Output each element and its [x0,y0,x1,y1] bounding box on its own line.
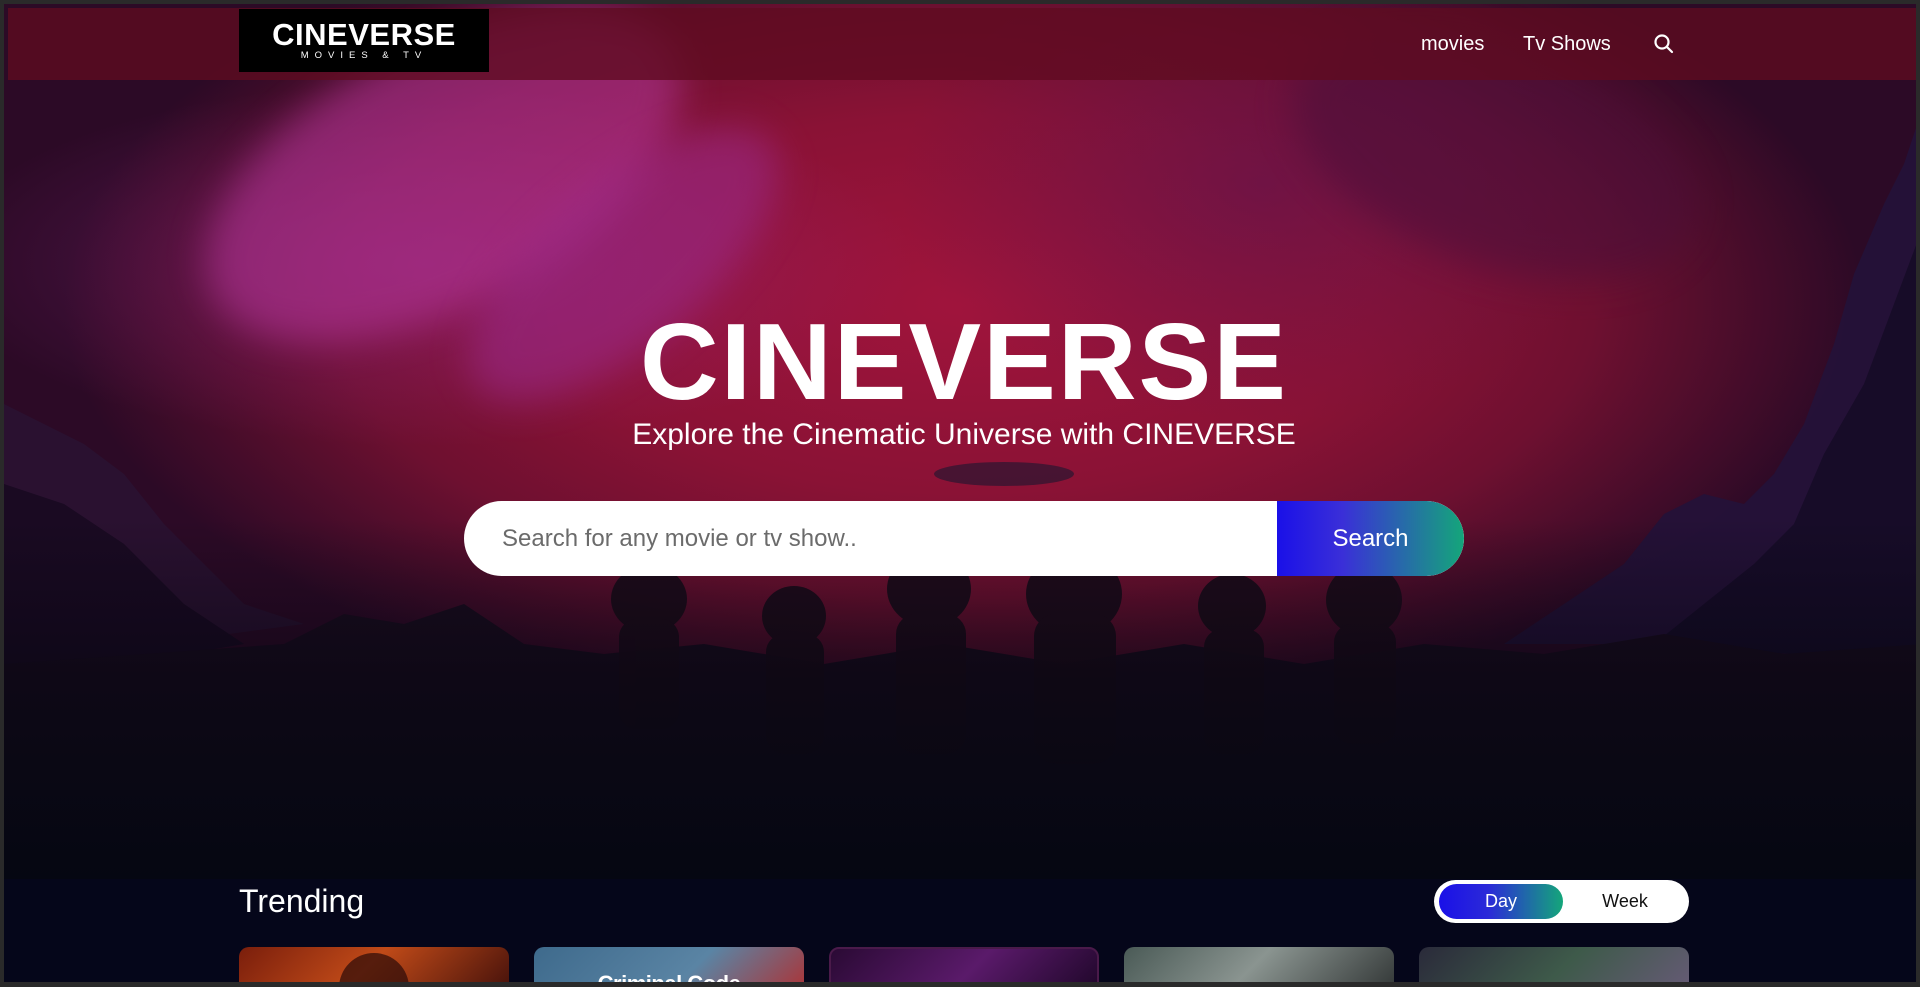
search-input[interactable] [464,501,1277,576]
hero-subtitle: Explore the Cinematic Universe with CINE… [632,418,1296,451]
toggle-week[interactable]: Week [1565,884,1685,919]
trending-card[interactable]: Criminal Code [534,947,804,987]
browser-frame: CINEVERSE MOVIES & TV movies Tv Shows CI… [0,0,1920,987]
logo-wordmark: CINEVERSE [272,17,456,52]
toggle-day[interactable]: Day [1439,884,1563,919]
trending-card[interactable] [239,947,509,982]
search-button[interactable]: Search [1277,501,1464,576]
trending-card[interactable] [1124,947,1394,982]
day-week-toggle: Day Week [1434,880,1689,923]
search-icon[interactable] [1652,32,1676,56]
nav-link-movies[interactable]: movies [1421,33,1484,56]
top-navbar: CINEVERSE MOVIES & TV movies Tv Shows [8,8,1916,80]
card-title: Criminal Code [597,971,741,987]
logo-tagline: MOVIES & TV [300,50,428,61]
site-logo[interactable]: CINEVERSE MOVIES & TV [239,9,489,72]
trending-heading: Trending [239,883,365,919]
trending-card[interactable] [829,947,1099,982]
hero-title: CINEVERSE [640,301,1288,423]
card-poster-art [339,953,409,982]
trending-card[interactable] [1419,947,1689,982]
hero-search-bar: Search [464,501,1464,576]
nav-link-tv-shows[interactable]: Tv Shows [1523,33,1611,56]
